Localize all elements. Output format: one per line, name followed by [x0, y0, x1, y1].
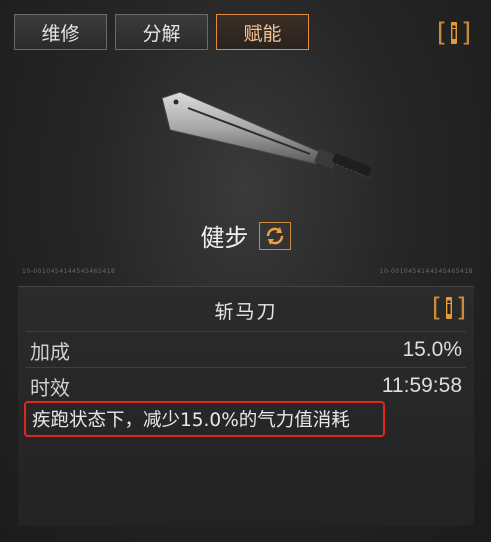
skill-row: 健步	[0, 218, 491, 253]
skill-name: 健步	[200, 224, 249, 252]
bracket-right: ]	[461, 18, 472, 48]
stat-row-bonus: 加成 15.0%	[18, 333, 474, 367]
bracket-left: [	[431, 293, 442, 323]
stat-row-duration: 时效 11:59:58	[18, 369, 474, 403]
enhance-panel: 维修 分解 赋能 [ i ] 健步 10-0010454144545465418…	[0, 0, 491, 542]
bracket-right: ]	[456, 293, 467, 323]
serial-right: 10-0010454144545465418	[379, 268, 473, 275]
refresh-icon[interactable]	[258, 221, 291, 250]
tab-bar: 维修 分解 赋能	[14, 14, 309, 50]
divider	[26, 367, 466, 368]
info-icon: i	[445, 297, 453, 319]
stat-label: 时效	[30, 375, 70, 400]
serial-left: 10-0010454144545465418	[22, 268, 116, 275]
tab-empower[interactable]: 赋能	[216, 14, 309, 50]
divider	[26, 331, 466, 332]
stat-label: 加成	[30, 339, 70, 364]
tab-repair[interactable]: 维修	[14, 14, 107, 50]
detail-info-button[interactable]: [ i ]	[432, 293, 466, 323]
info-button[interactable]: [ i ]	[437, 18, 471, 48]
item-name: 斩马刀	[214, 301, 278, 323]
bracket-left: [	[436, 18, 447, 48]
stat-value: 11:59:58	[381, 374, 462, 397]
effect-description: 疾跑状态下，减少15.0%的气力值消耗	[24, 401, 385, 437]
stat-value: 15.0%	[402, 338, 462, 361]
machete-weapon-image	[161, 91, 372, 179]
info-icon: i	[450, 22, 458, 44]
detail-card: 斩马刀 [ i ] 加成 15.0% 时效 11:59:58 疾跑状态下，减少1…	[18, 286, 474, 526]
tab-dismantle[interactable]: 分解	[115, 14, 208, 50]
